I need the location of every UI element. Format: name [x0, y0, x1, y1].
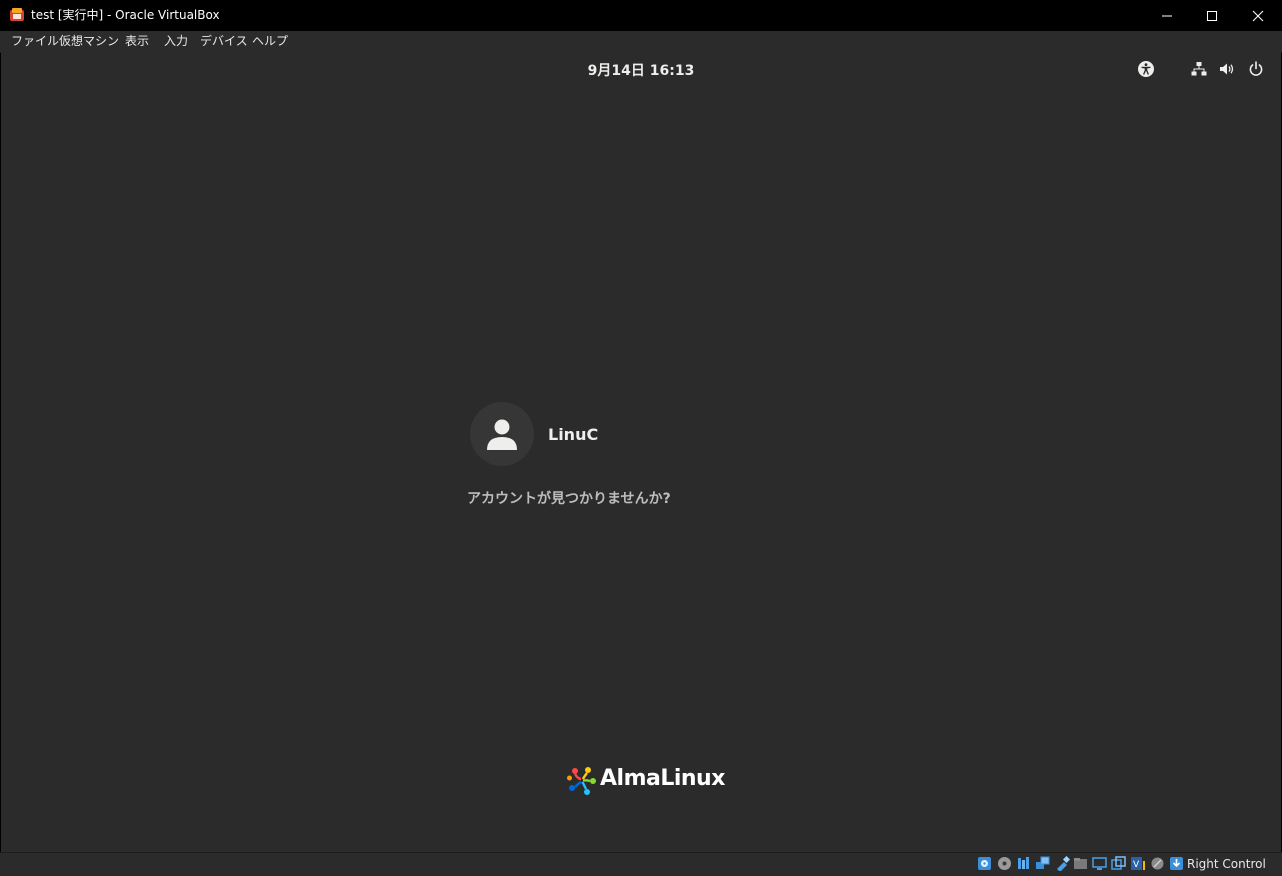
maximize-button[interactable]	[1189, 0, 1235, 31]
keyboard-capture-icon[interactable]	[1169, 856, 1184, 871]
menu-view[interactable]: 表示	[125, 34, 149, 49]
menu-machine[interactable]: 仮想マシン	[59, 34, 119, 49]
accessibility-icon[interactable]	[1137, 60, 1155, 78]
almalinux-logo: AlmaLinux	[566, 764, 726, 798]
brand-name: AlmaLinux	[600, 766, 725, 791]
display-icon[interactable]	[1092, 856, 1107, 871]
shared-folders-icon[interactable]	[1073, 856, 1088, 871]
not-listed-link[interactable]: アカウントが見つかりませんか?	[467, 488, 671, 508]
window-title: test [実行中] - Oracle VirtualBox	[31, 8, 220, 22]
svg-text:V: V	[1133, 860, 1140, 870]
virtualbox-icon	[9, 7, 25, 23]
usb-icon[interactable]	[1055, 855, 1071, 872]
close-button[interactable]	[1235, 0, 1281, 31]
user-list-item[interactable]: LinuC	[470, 402, 770, 468]
menu-help[interactable]: ヘルプ	[252, 34, 288, 49]
vm-display[interactable]: 9月14日 16:13 LinuC アカウントが見つかりませんか? AlmaLi…	[1, 52, 1281, 852]
minimize-button[interactable]	[1144, 0, 1190, 31]
menu-input[interactable]: 入力	[164, 34, 188, 49]
close-icon	[1252, 10, 1264, 21]
status-bar: V Right Control	[0, 852, 1282, 876]
avatar	[470, 402, 534, 466]
username-label: LinuC	[548, 425, 599, 444]
network-adapter-icon[interactable]	[1035, 856, 1050, 871]
network-icon[interactable]	[1190, 60, 1208, 78]
hard-disk-icon[interactable]	[977, 856, 992, 871]
menubar: ファイル 仮想マシン 表示 入力 デバイス ヘルプ	[0, 31, 1282, 53]
audio-icon[interactable]	[1016, 856, 1031, 871]
mouse-integration-icon[interactable]	[1150, 856, 1165, 871]
almalinux-flower-icon	[567, 767, 596, 795]
host-key-label: Right Control	[1187, 857, 1266, 871]
optical-drive-icon[interactable]	[997, 856, 1012, 871]
menu-devices[interactable]: デバイス	[200, 34, 248, 49]
cpu-vtx-icon[interactable]: V	[1130, 856, 1145, 871]
maximize-icon	[1207, 10, 1217, 21]
video-capture-icon[interactable]	[1111, 856, 1126, 871]
volume-icon[interactable]	[1218, 60, 1236, 78]
minimize-icon	[1162, 15, 1172, 16]
power-icon[interactable]	[1247, 60, 1265, 78]
user-icon	[487, 419, 517, 450]
menu-file[interactable]: ファイル	[11, 34, 59, 49]
top-bar-clock[interactable]: 9月14日 16:13	[1, 60, 1281, 80]
window-titlebar[interactable]: test [実行中] - Oracle VirtualBox	[0, 0, 1282, 31]
